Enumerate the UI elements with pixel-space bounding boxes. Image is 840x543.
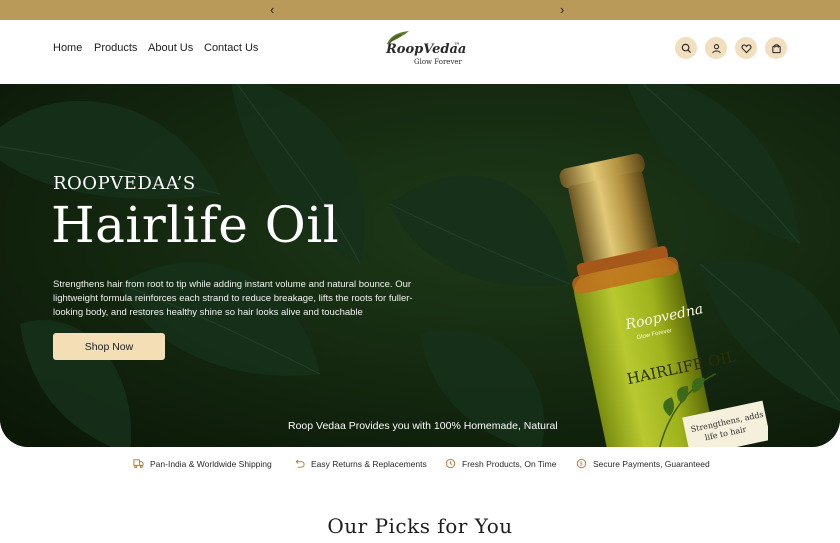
search-button[interactable] [675, 37, 697, 59]
feature-shipping-label: Pan-India & Worldwide Shipping [150, 458, 272, 469]
logo-tm: ™ [454, 42, 460, 49]
hero-title: Hairlife Oil [51, 196, 340, 254]
hero-banner: ROOPVEDAA’S Hairlife Oil Strengthens hai… [0, 84, 840, 447]
product-bottle-image: Roopvedna Glow Forever HAIRLIFE OIL Stre… [559, 153, 768, 447]
nav-contact-us[interactable]: Contact Us [204, 42, 258, 54]
secure-icon: $ [576, 458, 587, 469]
nav-products[interactable]: Products [94, 42, 137, 54]
feature-returns: Easy Returns & Replacements [294, 458, 427, 469]
feature-strip: Pan-India & Worldwide Shipping Easy Retu… [0, 452, 840, 480]
chevron-left-icon[interactable]: ‹ [270, 2, 274, 18]
heart-icon [741, 44, 751, 53]
svg-text:$: $ [579, 462, 582, 468]
nav-home[interactable]: Home [53, 42, 82, 54]
return-icon [295, 459, 305, 468]
nav-about-us[interactable]: About Us [148, 42, 193, 54]
site-logo[interactable]: RoopVedaa ™ Glow Forever [380, 30, 470, 74]
hero-ticker: Roop Vedaa Provides you with 100% Homema… [288, 420, 558, 432]
feature-returns-label: Easy Returns & Replacements [311, 458, 427, 469]
feature-fresh: Fresh Products, On Time [445, 458, 556, 469]
clock-icon [445, 458, 456, 469]
site-header: Home Products About Us Contact Us RoopVe… [0, 20, 840, 84]
hero-kicker: ROOPVEDAA’S [53, 173, 196, 194]
announcement-bar: ‹ › [0, 0, 840, 20]
feature-fresh-label: Fresh Products, On Time [462, 458, 557, 469]
shop-now-button[interactable]: Shop Now [53, 333, 165, 360]
logo-tagline: Glow Forever [414, 58, 462, 66]
hero-description: Strengthens hair from root to tip while … [53, 278, 413, 318]
cart-button[interactable] [765, 37, 787, 59]
chevron-right-icon[interactable]: › [560, 2, 564, 18]
feature-secure: $ Secure Payments, Guaranteed [576, 458, 710, 469]
account-button[interactable] [705, 37, 727, 59]
wishlist-button[interactable] [735, 37, 757, 59]
shipping-icon [133, 459, 144, 469]
bag-icon [771, 43, 781, 53]
search-icon [681, 43, 691, 53]
feature-shipping: Pan-India & Worldwide Shipping [133, 458, 272, 469]
section-title: Our Picks for You [327, 514, 513, 538]
user-icon [711, 43, 721, 53]
feature-secure-label: Secure Payments, Guaranteed [593, 458, 710, 469]
